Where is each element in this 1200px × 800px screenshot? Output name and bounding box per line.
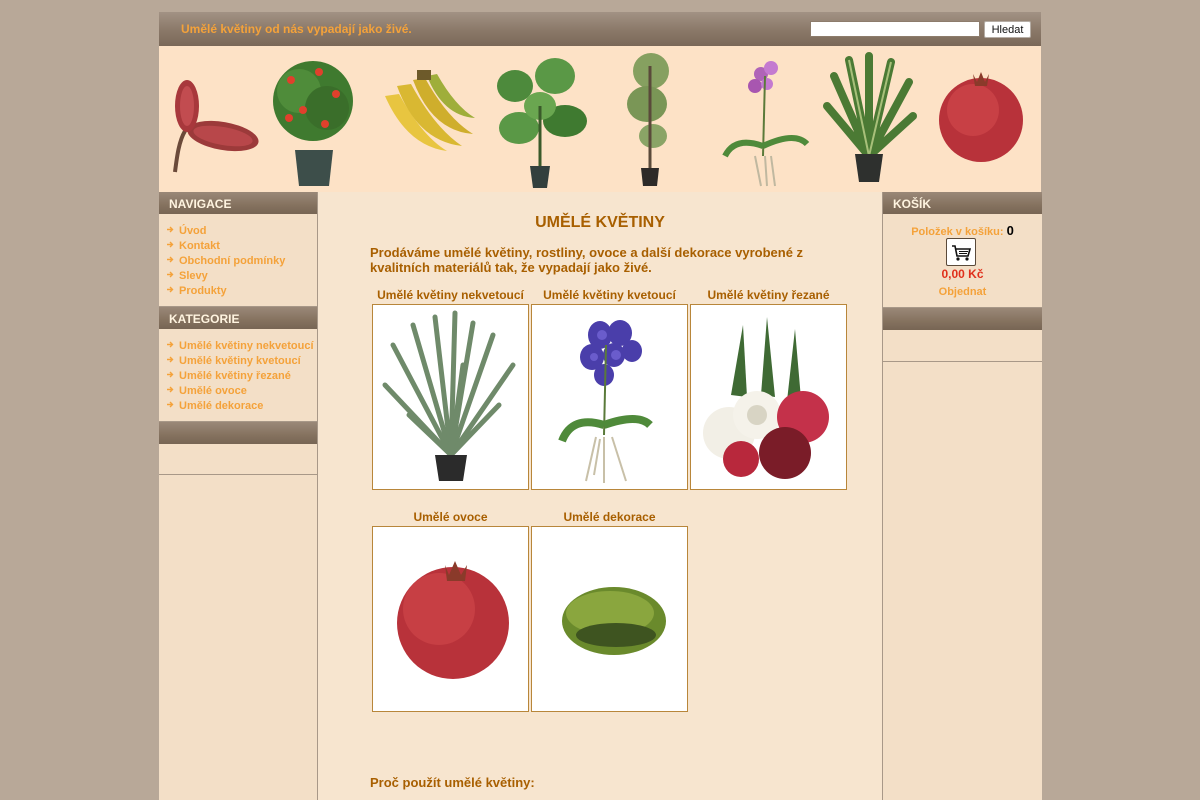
nav-item-uvod[interactable]: Úvod <box>159 222 285 237</box>
category-item-dekorace[interactable]: Umělé dekorace <box>159 397 314 412</box>
top-bar: Umělé květiny od nás vypadají jako živé.… <box>159 12 1041 46</box>
divider <box>883 361 1042 362</box>
header-banner <box>159 46 1041 192</box>
category-card-label[interactable]: Umělé květiny kvetoucí <box>531 287 688 304</box>
cart-total: 0,00 Kč <box>941 267 984 281</box>
category-card-kvetouci[interactable]: Umělé květiny kvetoucí <box>531 287 688 490</box>
nav-link-kontakt[interactable]: Kontakt <box>179 240 220 252</box>
intro-text: Prodáváme umělé květiny, rostliny, ovoce… <box>370 245 804 275</box>
nav-item-produkty[interactable]: Produkty <box>159 282 285 297</box>
nav-link-obchodni-podminky[interactable]: Obchodní podmínky <box>179 255 285 267</box>
shopping-cart-icon[interactable] <box>946 238 976 266</box>
right-sidebar: KOŠÍK Položek v košíku: 0 0,00 Kč Objedn… <box>882 192 1042 800</box>
category-card-label[interactable]: Umělé květiny nekvetoucí <box>372 287 529 304</box>
categories-menu: Umělé květiny nekvetoucí Umělé květiny k… <box>159 337 314 412</box>
arrow-right-icon <box>167 241 174 248</box>
pomegranate-banner-image <box>939 72 1023 162</box>
site-tagline: Umělé květiny od nás vypadají jako živé. <box>181 22 412 36</box>
category-item-ovoce[interactable]: Umělé ovoce <box>159 382 314 397</box>
rose-tree-image <box>273 61 353 186</box>
categories-title: KATEGORIE <box>169 312 240 326</box>
category-card-rezane[interactable]: Umělé květiny řezané <box>690 287 847 490</box>
category-link-nekvetouci[interactable]: Umělé květiny nekvetoucí <box>179 340 314 352</box>
cart-title: KOŠÍK <box>893 197 932 211</box>
category-link-kvetouci[interactable]: Umělé květiny kvetoucí <box>179 355 301 367</box>
category-card-ovoce[interactable]: Umělé ovoce <box>372 509 529 712</box>
nav-item-kontakt[interactable]: Kontakt <box>159 237 285 252</box>
pothos-plant-image <box>497 58 587 188</box>
purple-orchid-image <box>722 61 810 187</box>
pomegranate-image[interactable] <box>372 526 529 712</box>
category-card-nekvetouci[interactable]: Umělé květiny nekvetoucí <box>372 287 529 490</box>
arrow-right-icon <box>167 401 174 408</box>
why-heading: Proč použít umělé květiny: <box>370 775 535 790</box>
cart-count-value: 0 <box>1006 223 1014 238</box>
page-container: Umělé květiny od nás vypadají jako živé.… <box>159 12 1042 800</box>
olive-tree-image <box>627 53 669 186</box>
empty-box-header <box>883 308 1042 330</box>
blue-orchid-image[interactable] <box>531 304 688 490</box>
navigation-menu: Úvod Kontakt Obchodní podmínky Slevy Pro… <box>159 222 285 297</box>
cart-order-link[interactable]: Objednat <box>883 286 1042 298</box>
category-card-label[interactable]: Umělé dekorace <box>531 509 688 526</box>
arrow-right-icon <box>167 356 174 363</box>
banksia-flower-image <box>173 80 259 173</box>
arrow-right-icon <box>167 386 174 393</box>
moss-ball-image[interactable] <box>531 526 688 712</box>
arrow-right-icon <box>167 286 174 293</box>
nav-item-obchodni-podminky[interactable]: Obchodní podmínky <box>159 252 285 267</box>
categories-header: KATEGORIE <box>159 307 317 329</box>
dracaena-plant-image <box>823 52 917 182</box>
nav-link-slevy[interactable]: Slevy <box>179 270 208 282</box>
cart-count-label: Položek v košíku: <box>911 226 1004 238</box>
navigation-header: NAVIGACE <box>159 192 317 214</box>
arrow-right-icon <box>167 226 174 233</box>
cart-count: Položek v košíku: 0 <box>883 223 1042 238</box>
arrow-right-icon <box>167 271 174 278</box>
navigation-title: NAVIGACE <box>169 197 232 211</box>
category-item-rezane[interactable]: Umělé květiny řezané <box>159 367 314 382</box>
empty-box-header <box>159 422 317 444</box>
category-link-rezane[interactable]: Umělé květiny řezané <box>179 370 291 382</box>
arrow-right-icon <box>167 371 174 378</box>
category-item-nekvetouci[interactable]: Umělé květiny nekvetoucí <box>159 337 314 352</box>
nav-link-produkty[interactable]: Produkty <box>179 285 227 297</box>
left-sidebar: NAVIGACE Úvod Kontakt Obchodní podmínky … <box>159 192 318 800</box>
cart-header: KOŠÍK <box>883 192 1042 214</box>
nav-item-slevy[interactable]: Slevy <box>159 267 285 282</box>
page-title: UMĚLÉ KVĚTINY <box>535 214 665 231</box>
category-card-dekorace[interactable]: Umělé dekorace <box>531 509 688 712</box>
divider <box>159 474 317 475</box>
category-link-ovoce[interactable]: Umělé ovoce <box>179 385 247 397</box>
search-button[interactable]: Hledat <box>984 21 1031 38</box>
banana-bunch-image <box>385 70 475 151</box>
arrow-right-icon <box>167 256 174 263</box>
category-card-label[interactable]: Umělé ovoce <box>372 509 529 526</box>
category-item-kvetouci[interactable]: Umělé květiny kvetoucí <box>159 352 314 367</box>
tulip-bouquet-image[interactable] <box>690 304 847 490</box>
arrow-right-icon <box>167 341 174 348</box>
agave-plant-image[interactable] <box>372 304 529 490</box>
search-input[interactable] <box>810 21 980 37</box>
nav-link-uvod[interactable]: Úvod <box>179 225 207 237</box>
category-card-label[interactable]: Umělé květiny řezané <box>690 287 847 304</box>
category-link-dekorace[interactable]: Umělé dekorace <box>179 400 263 412</box>
